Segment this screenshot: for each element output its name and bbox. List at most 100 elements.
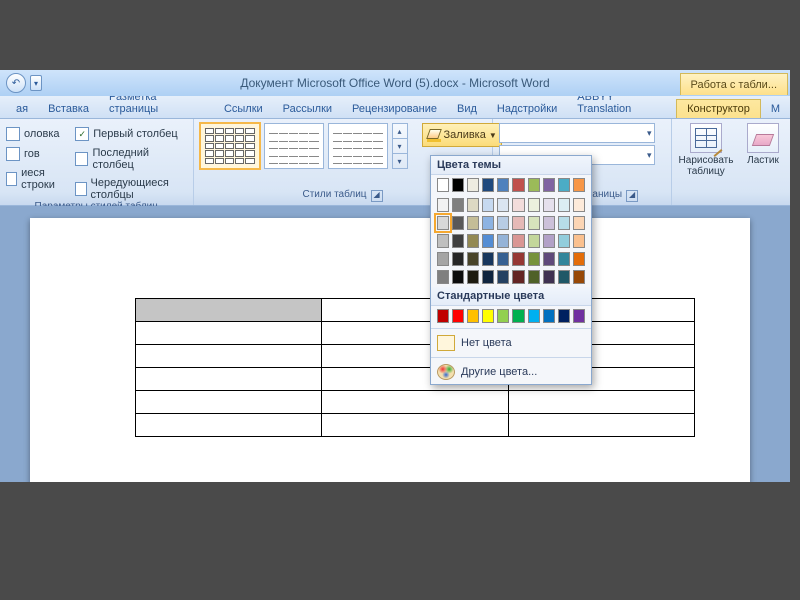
table-cell[interactable] xyxy=(136,414,322,437)
chk-total-row[interactable]: гов xyxy=(6,147,67,161)
color-swatch[interactable] xyxy=(528,270,540,284)
gallery-down-icon[interactable]: ▾ xyxy=(393,139,407,154)
tab-addins[interactable]: Надстройки xyxy=(487,100,567,118)
tab-view[interactable]: Вид xyxy=(447,100,487,118)
no-color-item[interactable]: Нет цвета xyxy=(431,331,591,355)
table-cell[interactable] xyxy=(136,391,322,414)
table-cell[interactable] xyxy=(136,322,322,345)
qat-more-button[interactable]: ▾ xyxy=(30,75,42,91)
color-swatch[interactable] xyxy=(512,234,524,248)
color-swatch[interactable] xyxy=(573,252,585,266)
document-area[interactable] xyxy=(0,206,790,482)
table-cell[interactable] xyxy=(322,414,508,437)
color-swatch[interactable] xyxy=(467,309,479,323)
color-swatch[interactable] xyxy=(437,270,449,284)
tab-mailings[interactable]: Рассылки xyxy=(273,100,342,118)
color-swatch[interactable] xyxy=(573,178,585,192)
color-swatch[interactable] xyxy=(437,309,449,323)
table-cell[interactable] xyxy=(136,299,322,322)
color-swatch[interactable] xyxy=(497,309,509,323)
color-swatch[interactable] xyxy=(467,270,479,284)
color-swatch[interactable] xyxy=(512,178,524,192)
tab-layout-cut[interactable]: М xyxy=(761,100,790,118)
style-swatch-2[interactable] xyxy=(264,123,324,169)
draw-table-button[interactable]: Нарисовать таблицу xyxy=(678,123,734,177)
chk-last-column[interactable]: Последний столбец xyxy=(75,147,186,171)
color-swatch[interactable] xyxy=(437,216,449,230)
gallery-scroll[interactable]: ▴▾▾ xyxy=(392,123,408,169)
color-swatch[interactable] xyxy=(528,252,540,266)
color-swatch[interactable] xyxy=(528,234,540,248)
color-swatch[interactable] xyxy=(452,198,464,212)
style-swatch-3[interactable] xyxy=(328,123,388,169)
color-swatch[interactable] xyxy=(452,270,464,284)
color-swatch[interactable] xyxy=(558,270,570,284)
color-swatch[interactable] xyxy=(437,178,449,192)
dialog-launcher-styles[interactable]: ◢ xyxy=(371,190,383,202)
color-swatch[interactable] xyxy=(467,198,479,212)
tab-references[interactable]: Ссылки xyxy=(214,100,273,118)
table-cell[interactable] xyxy=(136,368,322,391)
color-swatch[interactable] xyxy=(437,252,449,266)
tab-design[interactable]: Конструктор xyxy=(676,99,761,118)
color-swatch[interactable] xyxy=(543,252,555,266)
color-swatch[interactable] xyxy=(543,178,555,192)
pen-style-select[interactable]: ▾ xyxy=(499,123,655,143)
color-swatch[interactable] xyxy=(452,252,464,266)
color-swatch[interactable] xyxy=(452,216,464,230)
chk-first-column[interactable]: ✓Первый столбец xyxy=(75,127,186,141)
more-colors-item[interactable]: Другие цвета... xyxy=(431,360,591,384)
color-swatch[interactable] xyxy=(543,234,555,248)
table-cell[interactable] xyxy=(322,391,508,414)
color-swatch[interactable] xyxy=(467,252,479,266)
table-cell[interactable] xyxy=(136,345,322,368)
color-swatch[interactable] xyxy=(528,309,540,323)
color-swatch[interactable] xyxy=(512,216,524,230)
color-swatch[interactable] xyxy=(573,309,585,323)
color-swatch[interactable] xyxy=(512,309,524,323)
color-swatch[interactable] xyxy=(452,178,464,192)
color-swatch[interactable] xyxy=(558,252,570,266)
style-swatch-1[interactable] xyxy=(200,123,260,169)
color-swatch[interactable] xyxy=(497,252,509,266)
color-swatch[interactable] xyxy=(558,309,570,323)
tab-home-cut[interactable]: ая xyxy=(6,100,38,118)
dialog-launcher-borders[interactable]: ◢ xyxy=(626,190,638,202)
color-swatch[interactable] xyxy=(497,198,509,212)
color-swatch[interactable] xyxy=(452,234,464,248)
chk-header-row[interactable]: оловка xyxy=(6,127,67,141)
color-swatch[interactable] xyxy=(512,270,524,284)
color-swatch[interactable] xyxy=(482,309,494,323)
color-swatch[interactable] xyxy=(558,198,570,212)
color-swatch[interactable] xyxy=(558,234,570,248)
tab-review[interactable]: Рецензирование xyxy=(342,100,447,118)
table-cell[interactable] xyxy=(508,391,694,414)
tab-insert[interactable]: Вставка xyxy=(38,100,99,118)
contextual-tab-label[interactable]: Работа с табли... xyxy=(680,73,788,95)
color-swatch[interactable] xyxy=(512,252,524,266)
color-swatch[interactable] xyxy=(543,270,555,284)
color-swatch[interactable] xyxy=(497,216,509,230)
color-swatch[interactable] xyxy=(437,234,449,248)
gallery-more-icon[interactable]: ▾ xyxy=(393,154,407,168)
color-swatch[interactable] xyxy=(497,178,509,192)
color-swatch[interactable] xyxy=(452,309,464,323)
color-swatch[interactable] xyxy=(467,178,479,192)
color-swatch[interactable] xyxy=(573,234,585,248)
color-swatch[interactable] xyxy=(558,178,570,192)
color-swatch[interactable] xyxy=(528,198,540,212)
color-swatch[interactable] xyxy=(573,216,585,230)
color-swatch[interactable] xyxy=(528,216,540,230)
color-swatch[interactable] xyxy=(482,178,494,192)
color-swatch[interactable] xyxy=(543,309,555,323)
color-swatch[interactable] xyxy=(528,178,540,192)
undo-button[interactable]: ↶ xyxy=(6,73,26,93)
color-swatch[interactable] xyxy=(467,234,479,248)
color-swatch[interactable] xyxy=(437,198,449,212)
color-swatch[interactable] xyxy=(482,234,494,248)
color-swatch[interactable] xyxy=(573,270,585,284)
color-swatch[interactable] xyxy=(543,216,555,230)
color-swatch[interactable] xyxy=(482,216,494,230)
color-swatch[interactable] xyxy=(512,198,524,212)
chk-banded-rows[interactable]: иеся строки xyxy=(6,167,67,191)
